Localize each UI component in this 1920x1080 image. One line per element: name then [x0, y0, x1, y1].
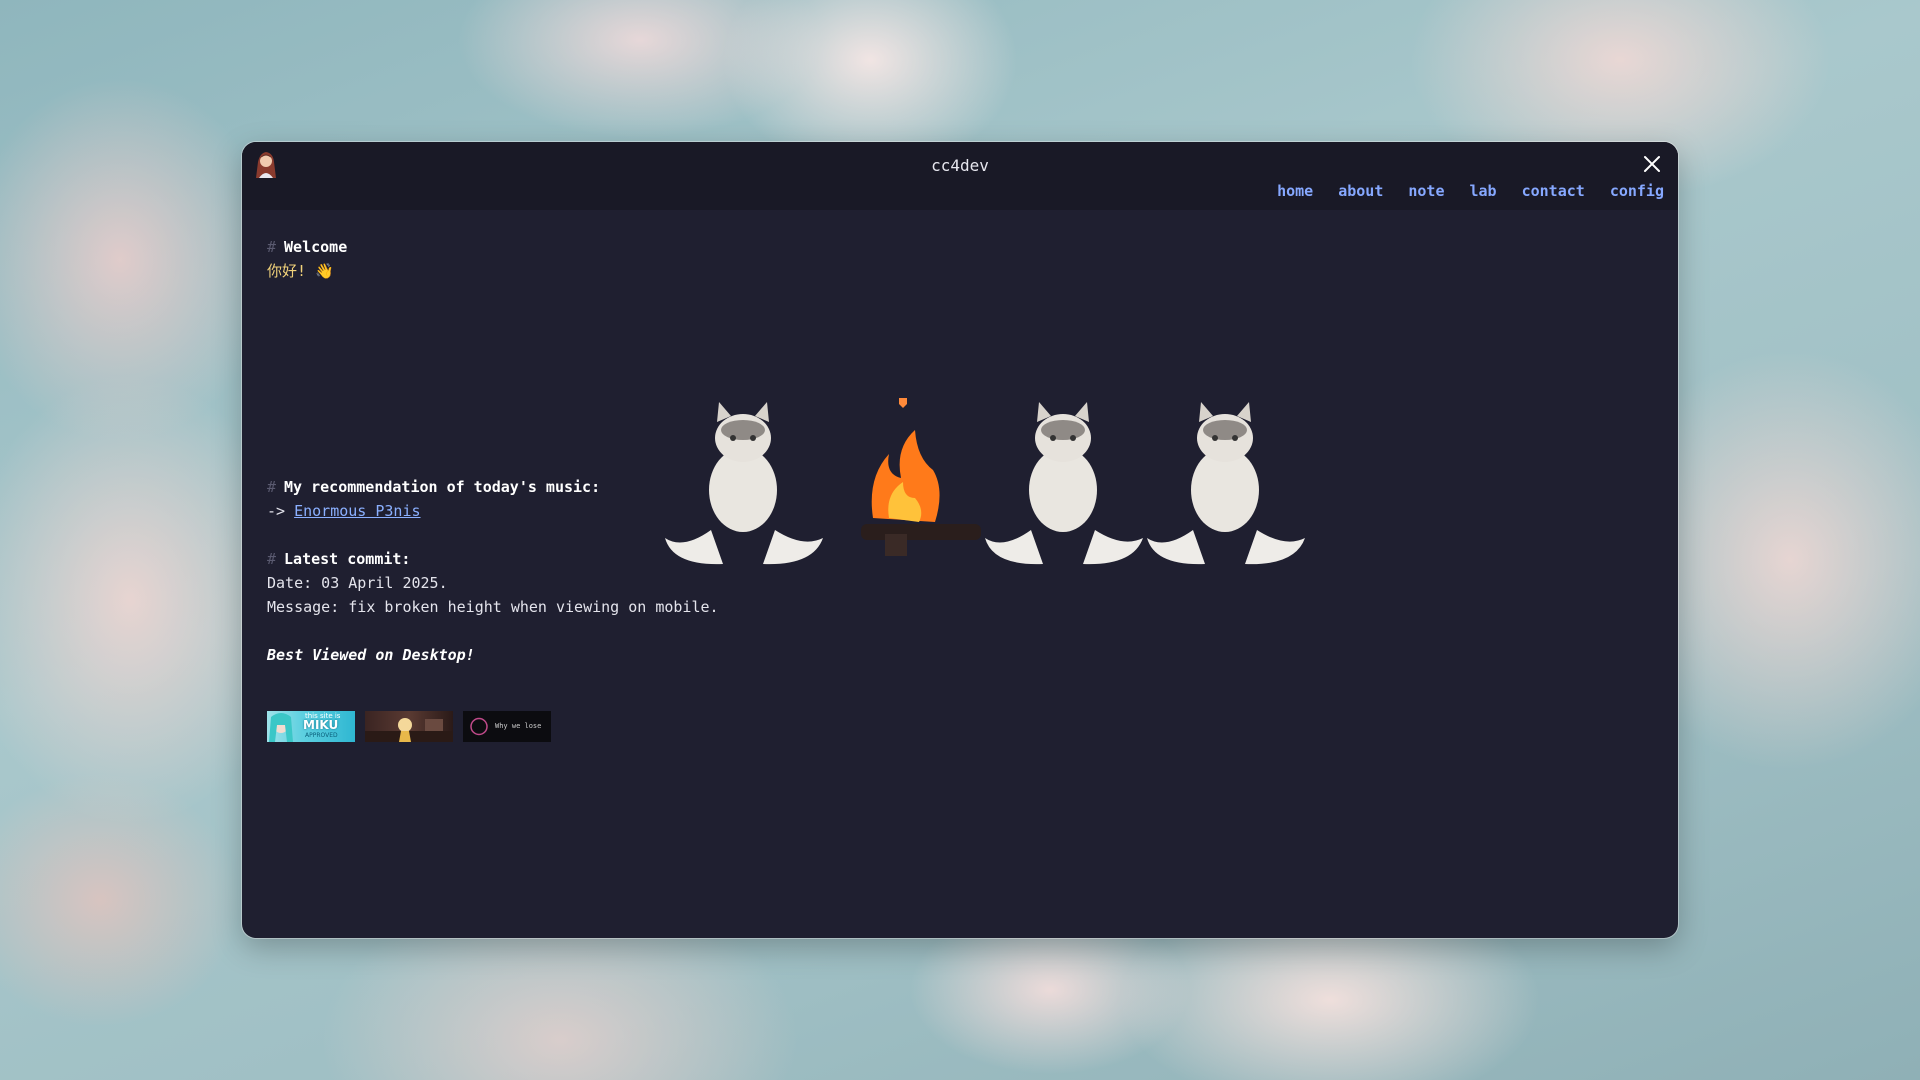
hash-marker: # — [267, 478, 277, 496]
anime-scene-badge[interactable] — [365, 711, 453, 742]
welcome-heading: Welcome — [284, 238, 348, 256]
miku-badge-line2: MIKU — [303, 718, 339, 732]
cat-image — [665, 402, 823, 565]
campfire-image — [861, 398, 981, 556]
commit-date: Date: 03 April 2025. — [267, 574, 448, 592]
cat-image — [1147, 402, 1305, 565]
top-nav: home about note lab contact config — [1277, 182, 1664, 200]
cats-campfire-animation — [665, 398, 1305, 565]
hash-marker: # — [267, 238, 277, 256]
miku-approved-badge[interactable]: this site is MIKU APPROVED — [267, 711, 355, 742]
nav-home[interactable]: home — [1277, 182, 1313, 200]
nav-lab[interactable]: lab — [1470, 182, 1497, 200]
nav-contact[interactable]: contact — [1522, 182, 1585, 200]
badge-row: this site is MIKU APPROVED Why we lose — [267, 711, 551, 742]
title-bar: cc4dev home about note lab contact confi… — [242, 142, 1678, 210]
close-icon[interactable] — [1640, 152, 1664, 176]
arrow-text: -> — [267, 502, 286, 520]
music-link[interactable]: Enormous P3nis — [294, 502, 420, 520]
browser-window: cc4dev home about note lab contact confi… — [242, 142, 1678, 938]
welcome-section-heading: # Welcome — [267, 235, 1653, 259]
miku-badge-line3: APPROVED — [305, 732, 338, 739]
hash-marker: # — [267, 550, 277, 568]
anime-character-icon — [365, 718, 453, 742]
nav-config[interactable]: config — [1610, 182, 1664, 200]
window-title: cc4dev — [931, 156, 989, 175]
why-we-lose-text: Why we lose — [495, 722, 542, 730]
commit-message: Message: fix broken height when viewing … — [267, 598, 719, 616]
commit-heading: Latest commit: — [284, 550, 411, 568]
main-content: # Welcome 你好! 👋 # My recommendation of t… — [267, 235, 1653, 742]
music-heading: My recommendation of today's music: — [284, 478, 601, 496]
cat-image — [985, 402, 1143, 565]
why-we-lose-badge[interactable]: Why we lose — [463, 711, 551, 742]
nav-about[interactable]: about — [1338, 182, 1383, 200]
tagline: Best Viewed on Desktop! — [267, 646, 475, 664]
greeting-text: 你好! 👋 — [267, 262, 334, 280]
nav-note[interactable]: note — [1408, 182, 1444, 200]
